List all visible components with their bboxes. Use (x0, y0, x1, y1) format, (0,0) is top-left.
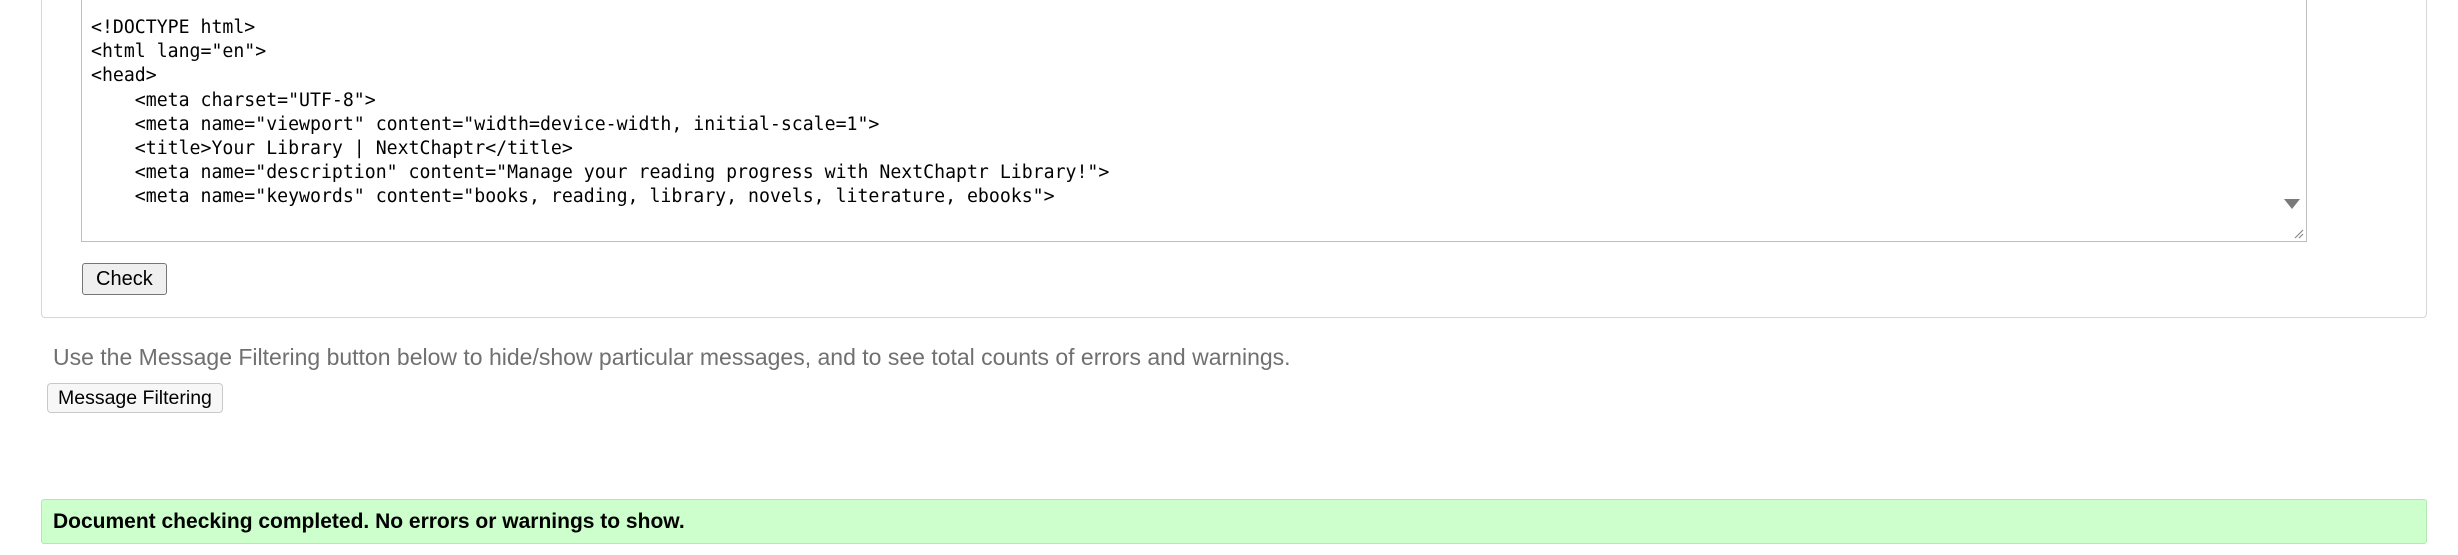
resize-grip-icon[interactable] (2292, 227, 2304, 239)
direct-input-form: <!DOCTYPE html> <html lang="en"> <head> … (41, 0, 2427, 318)
check-button[interactable]: Check (82, 263, 167, 295)
message-filtering-button[interactable]: Message Filtering (47, 383, 223, 413)
scroll-down-arrow-icon[interactable] (2284, 199, 2300, 209)
result-status-message: Document checking completed. No errors o… (53, 510, 685, 533)
result-status-bar: Document checking completed. No errors o… (41, 499, 2427, 544)
message-filtering-hint: Use the Message Filtering button below t… (53, 344, 1291, 370)
source-code-text[interactable]: <!DOCTYPE html> <html lang="en"> <head> … (91, 16, 1109, 210)
source-textarea[interactable]: <!DOCTYPE html> <html lang="en"> <head> … (81, 0, 2307, 242)
validator-page: <!DOCTYPE html> <html lang="en"> <head> … (0, 0, 2458, 555)
